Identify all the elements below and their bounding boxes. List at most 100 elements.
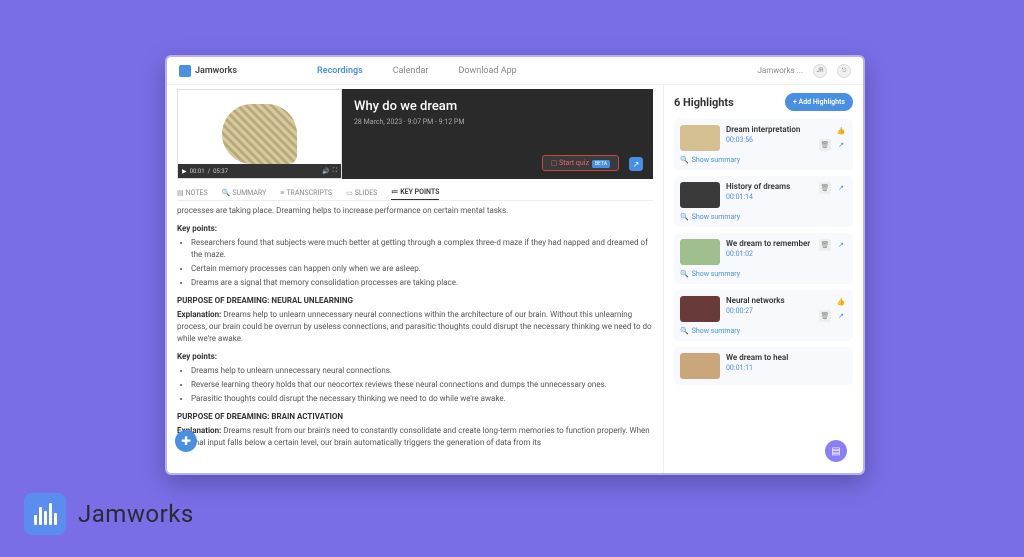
highlight-title: We dream to remember (726, 239, 813, 248)
video-title: Why do we dream (354, 99, 641, 114)
show-summary-link[interactable]: 🔍Show summary (680, 327, 847, 335)
transcript-icon: ≡ (280, 189, 284, 197)
highlight-title: Dream interpretation (726, 125, 813, 134)
beta-badge: BETA (592, 160, 610, 168)
main-column: ▶ 00:01 / 05:37 🔊 ⛶ Why do we dream 28 M… (167, 85, 663, 473)
brand[interactable]: Jamworks (179, 65, 237, 77)
content: ▶ 00:01 / 05:37 🔊 ⛶ Why do we dream 28 M… (167, 85, 863, 473)
topbar-right: Jamworks ... JR ⎋ (757, 64, 851, 78)
list-item: Parasitic thoughts could disrupt the nec… (191, 393, 653, 405)
highlight-thumbnail[interactable] (680, 239, 720, 265)
highlight-thumbnail[interactable] (680, 125, 720, 151)
list-item: Dreams help to unlearn unnecessary neura… (191, 365, 653, 377)
list-item: Dreams are a signal that memory consolid… (191, 277, 653, 289)
tab-keypoints[interactable]: ≔KEY POINTS (391, 185, 439, 200)
quiz-icon: ▢ (551, 159, 559, 167)
keypoints-heading: Key points: (177, 223, 653, 235)
document-body: processes are taking place. Dreaming hel… (177, 205, 653, 449)
video-controls: ▶ 00:01 / 05:37 🔊 ⛶ (178, 164, 341, 178)
nav-calendar[interactable]: Calendar (393, 66, 429, 76)
time-duration: 05:37 (213, 168, 228, 175)
accessibility-button[interactable]: ✚ (175, 430, 197, 452)
tab-notes[interactable]: ▤NOTES (177, 185, 208, 200)
open-external-icon[interactable]: ↗ (629, 157, 643, 171)
explanation: Explanation: Dreams result from our brai… (177, 425, 653, 449)
highlight-card: We dream to remember 00:01:02 🗑 ↗ 🔍Show s… (674, 233, 853, 284)
highlight-card: History of dreams 00:01:14 🗑 ↗ 🔍Show summ… (674, 176, 853, 227)
tab-transcripts[interactable]: ≡TRANSCRIPTS (280, 185, 332, 200)
topbar: Jamworks Recordings Calendar Download Ap… (167, 57, 863, 85)
brand-logo-icon (179, 65, 191, 77)
logout-icon[interactable]: ⎋ (837, 64, 851, 78)
video-date: 28 March, 2023 · 9:07 PM - 9:12 PM (354, 118, 641, 126)
trash-icon[interactable]: 🗑 (819, 310, 831, 322)
avatar[interactable]: JR (813, 64, 827, 78)
video-row: ▶ 00:01 / 05:37 🔊 ⛶ Why do we dream 28 M… (177, 85, 653, 179)
search-icon: 🔍 (680, 327, 689, 335)
nav-download[interactable]: Download App (458, 66, 516, 76)
nav-links: Recordings Calendar Download App (317, 66, 517, 76)
play-icon[interactable]: ▶ (182, 168, 187, 175)
trash-icon[interactable]: 🗑 (819, 239, 831, 251)
highlight-card: Neural networks 00:00:27 👍🗑↗ 🔍Show summa… (674, 290, 853, 341)
highlight-thumbnail[interactable] (680, 353, 720, 379)
section-heading: PURPOSE OF DREAMING: BRAIN ACTIVATION (177, 411, 653, 423)
nav-recordings[interactable]: Recordings (317, 66, 363, 76)
search-icon: 🔍 (680, 270, 689, 278)
highlight-thumbnail[interactable] (680, 296, 720, 322)
time-sep: / (208, 168, 210, 175)
highlight-thumbnail[interactable] (680, 182, 720, 208)
explanation: Explanation: Dreams help to unlearn unne… (177, 309, 653, 345)
list-item: Reverse learning theory holds that our n… (191, 379, 653, 391)
keypoints-heading: Key points: (177, 351, 653, 363)
add-highlights-button[interactable]: + Add Highlights (785, 93, 853, 111)
show-summary-link[interactable]: 🔍Show summary (680, 213, 847, 221)
list-item: Researchers found that subjects were muc… (191, 237, 653, 261)
tab-slides[interactable]: ▭SLIDES (346, 185, 377, 200)
trash-icon[interactable]: 🗑 (819, 139, 831, 151)
open-external-icon[interactable]: ↗ (835, 239, 847, 251)
account-label[interactable]: Jamworks ... (757, 66, 803, 75)
tab-summary[interactable]: 🔍SUMMARY (222, 185, 267, 200)
video-thumbnail (222, 104, 297, 164)
highlight-card: We dream to heal 00:01:11 (674, 347, 853, 385)
show-summary-link[interactable]: 🔍Show summary (680, 156, 847, 164)
highlight-time[interactable]: 00:01:02 (726, 250, 813, 258)
time-current: 00:01 (190, 168, 205, 175)
search-icon: 🔍 (680, 213, 689, 221)
video-player[interactable]: ▶ 00:01 / 05:37 🔊 ⛶ (177, 89, 342, 179)
fullscreen-icon[interactable]: ⛶ (333, 167, 337, 175)
list-item: Certain memory processes can happen only… (191, 263, 653, 275)
slides-icon: ▭ (346, 189, 353, 197)
notes-fab[interactable]: ▤ (825, 440, 847, 462)
footer-logo-icon (24, 493, 66, 535)
highlight-time[interactable]: 00:01:14 (726, 193, 813, 201)
keypoints-list-1: Researchers found that subjects were muc… (177, 237, 653, 289)
highlight-time[interactable]: 00:03:56 (726, 136, 813, 144)
brand-name: Jamworks (195, 66, 237, 76)
open-external-icon[interactable]: ↗ (835, 139, 847, 151)
highlight-time[interactable]: 00:01:11 (726, 364, 847, 372)
highlights-count: 6 Highlights (674, 96, 734, 109)
trash-icon[interactable]: 🗑 (819, 182, 831, 194)
show-summary-link[interactable]: 🔍Show summary (680, 270, 847, 278)
highlight-title: We dream to heal (726, 353, 847, 362)
open-external-icon[interactable]: ↗ (835, 182, 847, 194)
volume-icon[interactable]: 🔊 (322, 168, 329, 175)
notes-icon: ▤ (177, 189, 184, 197)
like-icon[interactable]: 👍 (835, 125, 847, 137)
open-external-icon[interactable]: ↗ (835, 310, 847, 322)
highlight-card: Dream interpretation 00:03:56 👍 🗑 ↗ 🔍Sho… (674, 119, 853, 170)
start-quiz-button[interactable]: ▢ Start quizBETA (542, 155, 619, 171)
highlights-sidebar: 6 Highlights + Add Highlights Dream inte… (663, 85, 863, 473)
footer-brand-name: Jamworks (78, 500, 194, 528)
highlight-time[interactable]: 00:00:27 (726, 307, 813, 315)
video-info: Why do we dream 28 March, 2023 · 9:07 PM… (342, 89, 653, 179)
like-icon[interactable]: 👍 (835, 296, 847, 308)
search-icon: 🔍 (680, 156, 689, 164)
highlight-title: History of dreams (726, 182, 813, 191)
sidebar-header: 6 Highlights + Add Highlights (674, 93, 853, 111)
app-window: Jamworks Recordings Calendar Download Ap… (165, 55, 865, 475)
footer-brand: Jamworks (24, 493, 194, 535)
section-heading: PURPOSE OF DREAMING: NEURAL UNLEARNING (177, 295, 653, 307)
